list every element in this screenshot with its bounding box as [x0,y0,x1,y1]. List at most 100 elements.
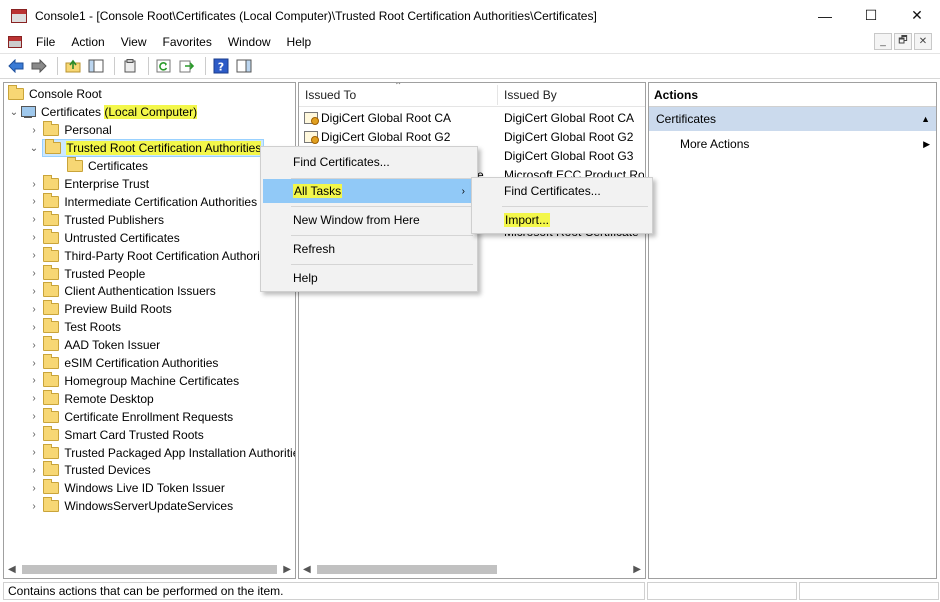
collapse-up-icon[interactable]: ▲ [921,114,930,124]
cell-issued-by: DigiCert Global Root G2 [504,129,634,144]
submenu-import[interactable]: Import... [474,208,650,232]
ctx-help[interactable]: Help [263,266,475,290]
chevron-right-icon[interactable]: › [28,322,40,333]
mmc-app-icon[interactable] [11,8,27,23]
scrollbar-thumb[interactable] [21,565,278,574]
tree-item-personal[interactable]: › Personal [28,121,112,139]
back-arrow-icon[interactable] [6,56,26,76]
column-issued-by[interactable]: Issued By [498,83,645,107]
action-more-actions[interactable]: More Actions ▶ [649,133,936,155]
scroll-right-icon[interactable]: ▶ [283,564,291,575]
chevron-right-icon[interactable]: › [28,393,40,404]
minimize-button[interactable]: — [802,0,848,31]
chevron-right-icon[interactable]: › [28,250,40,261]
scrollbar-thumb[interactable] [316,565,497,574]
tree-label: Intermediate Certification Authorities [64,194,258,209]
chevron-right-icon[interactable]: › [28,375,40,386]
close-button[interactable]: ✕ [894,0,940,31]
clipboard-icon[interactable] [120,56,140,76]
chevron-down-icon[interactable]: ⌄ [28,143,40,154]
ctx-find-certificates[interactable]: Find Certificates... [263,150,475,174]
console-tree-pane[interactable]: Console Root ⌄ Certificates (Local Compu… [3,82,296,579]
folder-icon [43,443,60,459]
chevron-right-icon[interactable]: › [28,429,40,440]
tree-item[interactable]: › Enterprise Trust [28,175,149,193]
chevron-right-icon[interactable]: › [28,358,40,369]
tree-item-trusted-root-ca[interactable]: ⌄ Trusted Root Certification Authorities [28,139,265,157]
chevron-down-icon[interactable]: ⌄ [8,107,20,118]
column-issued-to[interactable]: Issued To [299,83,497,107]
table-row[interactable]: DigiCert Global Root G2 DigiCert Global … [299,127,645,146]
tree-item-certificates-local[interactable]: ⌄ Certificates (Local Computer) [8,103,198,121]
child-minimize-button[interactable]: _ [874,33,892,50]
tree-horizontal-scrollbar[interactable]: ◀ ▶ [4,561,295,578]
chevron-right-icon[interactable]: › [28,196,40,207]
tree-item[interactable]: › Trusted Packaged App Installation Auth… [28,443,295,462]
tree-item[interactable]: › Smart Card Trusted Roots [28,425,204,444]
chevron-right-icon[interactable]: › [28,214,40,225]
chevron-right-icon[interactable]: › [28,304,40,315]
tree-item[interactable]: › Untrusted Certificates [28,228,180,247]
tree-item[interactable]: › Certificate Enrollment Requests [28,407,233,426]
maximize-button[interactable]: ☐ [848,0,894,31]
show-hide-tree-icon[interactable] [86,56,106,76]
console-icon[interactable] [8,36,22,48]
folder-icon [43,300,60,316]
menu-view[interactable]: View [113,35,155,49]
ctx-new-window[interactable]: New Window from Here [263,208,475,232]
tree-item[interactable]: › Preview Build Roots [28,300,172,318]
tree-item-trca-certificates[interactable]: Certificates [67,157,148,175]
chevron-right-icon[interactable]: › [28,268,40,279]
tree-item[interactable]: › Trusted Publishers [28,210,164,229]
child-close-button[interactable]: ✕ [914,33,932,50]
child-restore-button[interactable]: 🗗 [894,33,912,50]
tree-item[interactable]: › eSIM Certification Authorities [28,354,218,372]
table-row[interactable]: DigiCert Global Root CA DigiCert Global … [299,108,645,127]
menu-window[interactable]: Window [220,35,279,49]
tree-item-console-root[interactable]: Console Root [8,85,102,103]
tree-item[interactable]: › Third-Party Root Certification Authori… [28,246,278,265]
tree-item[interactable]: › Trusted People [28,264,145,283]
chevron-right-icon[interactable]: › [28,447,40,458]
tree-item[interactable]: › Test Roots [28,318,121,336]
tree-item[interactable]: › Intermediate Certification Authorities [28,192,258,211]
status-text: Contains actions that can be performed o… [3,582,645,600]
menu-help[interactable]: Help [279,35,320,49]
menu-favorites[interactable]: Favorites [155,35,220,49]
tree-item[interactable]: › Remote Desktop [28,389,154,408]
forward-arrow-icon[interactable] [29,56,49,76]
up-folder-icon[interactable] [63,56,83,76]
chevron-right-icon[interactable]: › [28,232,40,243]
scroll-left-icon[interactable]: ◀ [8,564,16,575]
tree-item[interactable]: › Homegroup Machine Certificates [28,371,239,390]
chevron-right-icon[interactable]: › [28,465,40,476]
submenu-arrow-icon: ▶ [923,138,930,149]
tree-item[interactable]: › WindowsServerUpdateServices [28,497,233,515]
scroll-right-icon[interactable]: ▶ [633,564,641,575]
folder-open-icon [45,139,62,154]
chevron-right-icon[interactable]: › [28,286,40,297]
chevron-right-icon[interactable]: › [28,340,40,351]
list-horizontal-scrollbar[interactable]: ◀ ▶ [299,561,645,578]
help-icon[interactable]: ? [211,56,231,76]
chevron-right-icon[interactable]: › [28,483,40,494]
tree-item[interactable]: › Client Authentication Issuers [28,282,216,300]
menu-action[interactable]: Action [63,35,112,49]
actions-section-certificates[interactable]: Certificates ▲ [649,107,936,131]
chevron-right-icon[interactable]: › [28,501,40,512]
scroll-left-icon[interactable]: ◀ [303,564,311,575]
tree-item[interactable]: › Trusted Devices [28,461,151,479]
chevron-right-icon[interactable]: › [28,125,40,136]
ctx-refresh[interactable]: Refresh [263,237,475,261]
chevron-right-icon[interactable]: › [28,411,40,422]
tree-item[interactable]: › Windows Live ID Token Issuer [28,479,225,497]
chevron-right-icon[interactable]: › [28,179,40,190]
tree-item[interactable]: › AAD Token Issuer [28,336,160,354]
refresh-icon[interactable] [154,56,174,76]
ctx-all-tasks[interactable]: All Tasks › [263,179,475,203]
show-hide-action-pane-icon[interactable] [234,56,254,76]
submenu-find-certificates[interactable]: Find Certificates... [474,179,650,203]
menu-file[interactable]: File [28,35,63,49]
export-list-icon[interactable] [177,56,197,76]
folder-icon [43,425,60,441]
